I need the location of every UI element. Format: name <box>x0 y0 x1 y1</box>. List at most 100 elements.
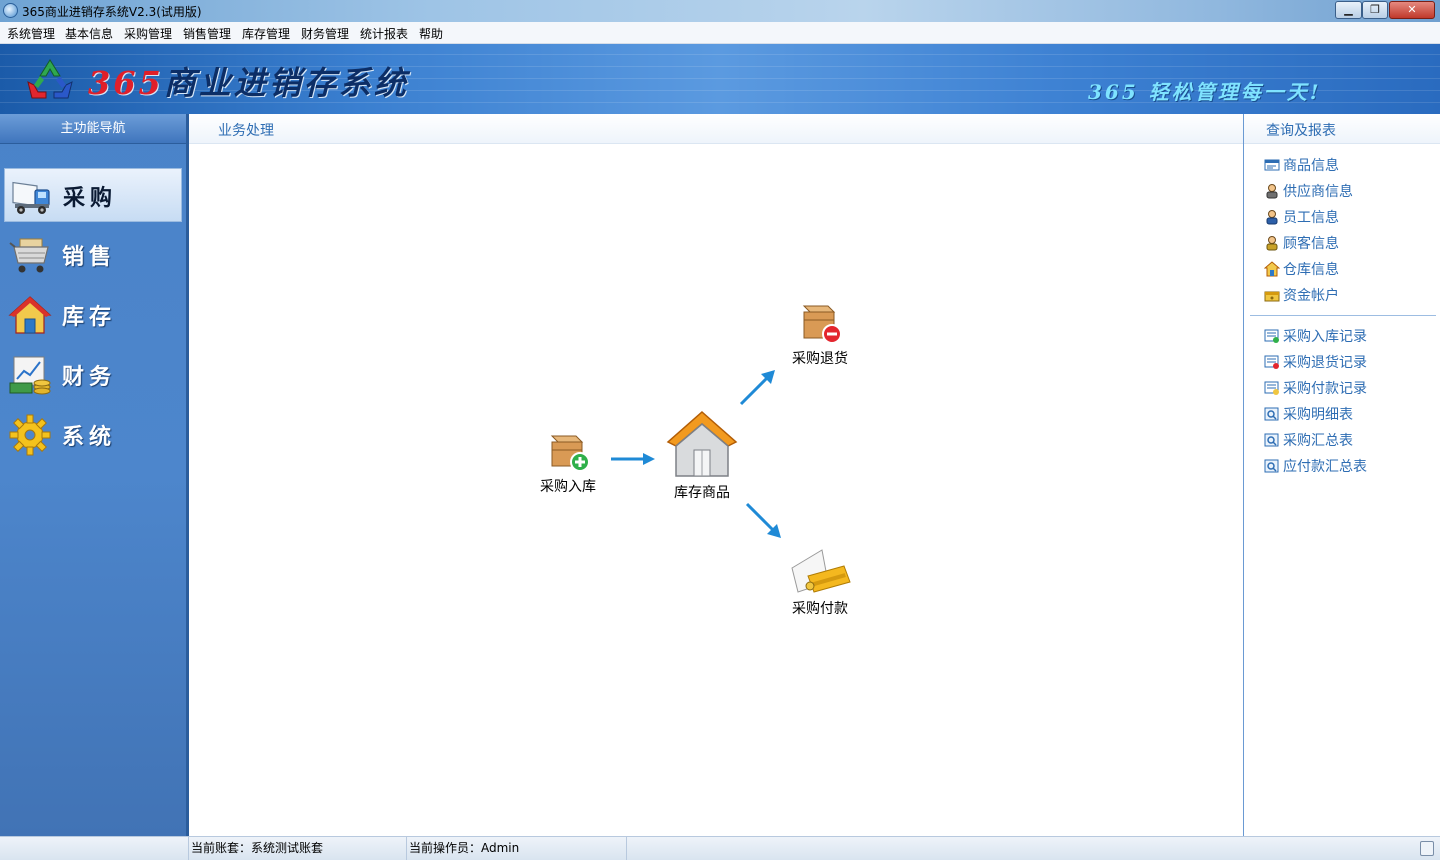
finance-chart-icon <box>9 356 51 395</box>
link-customer-info[interactable]: 顾客信息 <box>1264 233 1339 253</box>
maximize-button[interactable]: ❐ <box>1362 1 1388 19</box>
nav-item-sales[interactable]: 销售 <box>4 228 182 282</box>
menu-inventory-management[interactable]: 库存管理 <box>242 25 290 42</box>
nav-item-system[interactable]: 系统 <box>4 408 182 462</box>
business-process-header: 业务处理 <box>189 114 1243 144</box>
business-process-panel: 业务处理 采购入库 库存商品 采购退货 采购付款 <box>189 114 1243 836</box>
link-label-employee-info: 员工信息 <box>1283 210 1339 226</box>
flow-node-inventory[interactable]: 库存商品 <box>665 408 739 502</box>
status-operator: 当前操作员：Admin <box>407 837 627 860</box>
record-form-icon <box>1264 381 1279 395</box>
window-title: 365商业进销存系统V2.3(试用版) <box>22 5 202 19</box>
menu-sales-management[interactable]: 销售管理 <box>183 25 231 42</box>
link-purchase-summary-report[interactable]: 采购汇总表 <box>1264 430 1353 450</box>
flow-arrow-right <box>611 453 655 465</box>
product-card-icon <box>1264 159 1280 171</box>
business-process-title: 业务处理 <box>218 123 274 139</box>
header-banner: 365商业进销存系统 365 轻松管理每一天! <box>0 44 1440 114</box>
warehouse-house-large-icon <box>666 410 738 477</box>
flow-node-purchase-pay[interactable]: 采购付款 <box>785 546 855 618</box>
banner-slogan: 365 轻松管理每一天! <box>1088 80 1322 104</box>
close-button[interactable]: ✕ <box>1389 1 1435 19</box>
link-label-fund-account: 资金帐户 <box>1283 288 1339 304</box>
nav-label-sales: 销售 <box>62 244 117 270</box>
gear-icon <box>9 414 51 456</box>
link-payables-summary-report[interactable]: 应付款汇总表 <box>1264 456 1367 476</box>
link-label-purchase-payment-records: 采购付款记录 <box>1283 381 1367 397</box>
money-account-icon <box>1264 291 1280 302</box>
box-add-icon <box>550 435 590 472</box>
flow-label-purchase-return: 采购退货 <box>792 351 848 367</box>
flow-node-purchase-return[interactable]: 采购退货 <box>785 298 855 368</box>
nav-label-inventory: 库存 <box>62 304 117 330</box>
status-empty-segment <box>0 837 189 860</box>
report-table-icon <box>1264 407 1279 421</box>
query-reports-panel: 查询及报表 商品信息 供应商信息 员工信息 顾客信息 仓库信息 资金帐户 采购入… <box>1243 114 1440 836</box>
flow-arrow-down-right <box>745 502 781 538</box>
flow-label-purchase-pay: 采购付款 <box>792 601 848 617</box>
link-label-purchase-return-records: 采购退货记录 <box>1283 355 1367 371</box>
status-account: 当前账套：系统测试账套 <box>189 837 407 860</box>
shopping-cart-icon <box>9 238 49 273</box>
flow-label-inventory: 库存商品 <box>674 485 730 501</box>
link-label-purchase-summary-report: 采购汇总表 <box>1283 433 1353 449</box>
nav-item-purchase[interactable]: 采购 <box>4 168 182 222</box>
banner-title-number: 365 <box>88 64 164 102</box>
menu-help[interactable]: 帮助 <box>419 25 443 42</box>
link-label-purchase-in-records: 采购入库记录 <box>1283 329 1367 345</box>
payment-card-icon <box>791 549 851 593</box>
menu-basic-info[interactable]: 基本信息 <box>65 25 113 42</box>
supplier-person-icon <box>1266 184 1278 199</box>
customer-person-icon <box>1266 236 1278 251</box>
banner-title-text: 商业进销存系统 <box>163 64 409 102</box>
link-purchase-in-records[interactable]: 采购入库记录 <box>1264 326 1367 346</box>
box-remove-icon <box>802 305 842 344</box>
link-purchase-detail-report[interactable]: 采购明细表 <box>1264 404 1353 424</box>
link-warehouse-info[interactable]: 仓库信息 <box>1264 259 1339 279</box>
link-employee-info[interactable]: 员工信息 <box>1264 207 1339 227</box>
record-form-icon <box>1264 329 1279 343</box>
report-table-icon <box>1264 459 1279 473</box>
flow-label-purchase-in: 采购入库 <box>540 479 596 495</box>
link-fund-account[interactable]: 资金帐户 <box>1264 285 1339 305</box>
link-product-info[interactable]: 商品信息 <box>1264 155 1339 175</box>
nav-item-finance[interactable]: 财务 <box>4 348 182 402</box>
app-banner-title: 365商业进销存系统 <box>88 58 409 104</box>
link-label-supplier-info: 供应商信息 <box>1283 184 1353 200</box>
query-reports-header: 查询及报表 <box>1244 114 1440 144</box>
title-bar: 365商业进销存系统V2.3(试用版) ▁ ❐ ✕ <box>0 0 1440 22</box>
menu-bar: 系统管理 基本信息 采购管理 销售管理 库存管理 财务管理 统计报表 帮助 <box>0 22 1440 44</box>
link-label-customer-info: 顾客信息 <box>1283 236 1339 252</box>
house-icon <box>8 296 52 334</box>
record-form-icon <box>1264 355 1279 369</box>
warehouse-house-icon <box>1264 261 1280 277</box>
nav-label-finance: 财务 <box>62 364 117 390</box>
recycle-logo-icon <box>27 59 73 99</box>
right-panel-divider <box>1250 315 1436 316</box>
link-label-purchase-detail-report: 采购明细表 <box>1283 407 1353 423</box>
flow-arrow-up-right <box>739 370 775 406</box>
nav-label-purchase: 采购 <box>63 185 118 211</box>
menu-finance-management[interactable]: 财务管理 <box>301 25 349 42</box>
link-purchase-return-records[interactable]: 采购退货记录 <box>1264 352 1367 372</box>
main-nav-header: 主功能导航 <box>0 114 186 144</box>
menu-purchase-management[interactable]: 采购管理 <box>124 25 172 42</box>
link-label-warehouse-info: 仓库信息 <box>1283 262 1339 278</box>
app-icon <box>3 3 18 18</box>
menu-statistics-reports[interactable]: 统计报表 <box>360 25 408 42</box>
query-reports-title: 查询及报表 <box>1266 123 1336 139</box>
nav-label-system: 系统 <box>62 424 117 450</box>
link-label-product-info: 商品信息 <box>1283 158 1339 174</box>
report-table-icon <box>1264 433 1279 447</box>
flow-node-purchase-in[interactable]: 采购入库 <box>533 426 603 496</box>
minimize-button[interactable]: ▁ <box>1335 1 1362 19</box>
link-label-payables-summary-report: 应付款汇总表 <box>1283 459 1367 475</box>
menu-system-management[interactable]: 系统管理 <box>7 25 55 42</box>
nav-item-inventory[interactable]: 库存 <box>4 288 182 342</box>
link-purchase-payment-records[interactable]: 采购付款记录 <box>1264 378 1367 398</box>
employee-person-icon <box>1266 210 1278 225</box>
main-nav-panel: 主功能导航 采购 销售 库存 财务 系统 <box>0 114 189 836</box>
status-bar: 当前账套：系统测试账套 当前操作员：Admin <box>0 836 1440 860</box>
calculator-icon[interactable] <box>1420 841 1434 856</box>
link-supplier-info[interactable]: 供应商信息 <box>1264 181 1353 201</box>
